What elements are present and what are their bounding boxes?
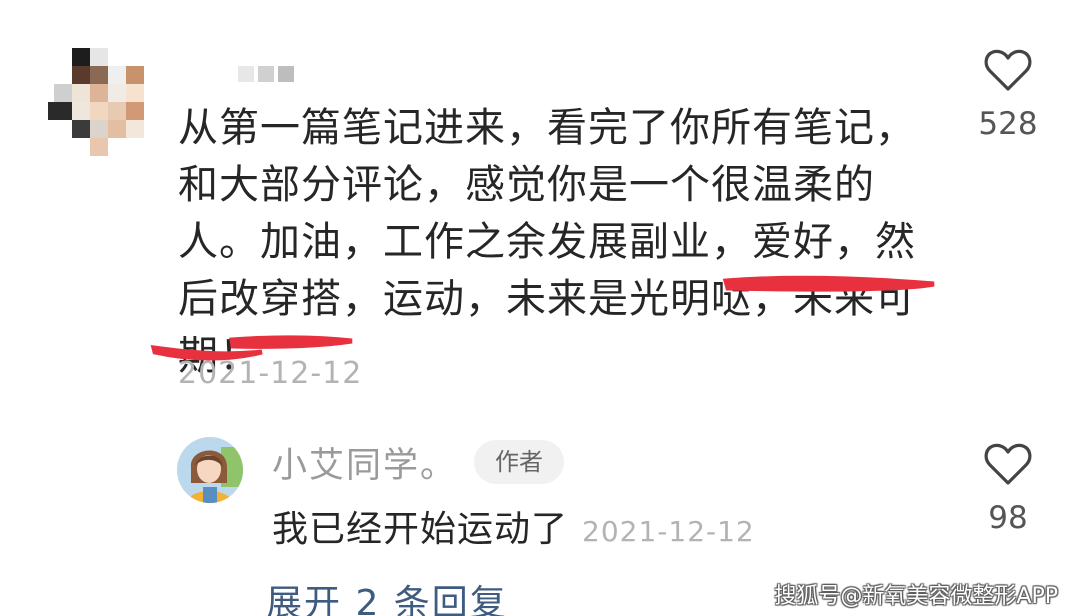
comment-date: 2021-12-12 [178, 356, 363, 391]
commenter-username-blurred[interactable] [238, 62, 298, 84]
watermark: 搜狐号@新氧美容微整形APP [774, 584, 1058, 609]
reply-avatar[interactable] [177, 437, 243, 503]
comment-like-count: 528 [978, 106, 1038, 142]
heart-outline-icon [968, 442, 1048, 486]
reply-like-button[interactable]: 98 [968, 442, 1048, 536]
comment-like-button[interactable]: 528 [968, 48, 1048, 142]
heart-outline-icon [968, 48, 1048, 92]
reply-text: 我已经开始运动了 [272, 509, 569, 550]
reply-date: 2021-12-12 [582, 515, 755, 548]
reply-body: 我已经开始运动了 2021-12-12 [272, 500, 755, 552]
commenter-avatar[interactable] [48, 48, 152, 160]
comment-text: 从第一篇笔记进来，看完了你所有笔记，和大部分评论，感觉你是一个很温柔的人。加油，… [178, 105, 916, 379]
reply-username[interactable]: 小艾同学。 [272, 437, 457, 488]
reply-like-count: 98 [988, 500, 1028, 536]
author-badge: 作者 [474, 440, 564, 484]
expand-replies-link[interactable]: 展开 2 条回复 [266, 574, 508, 616]
